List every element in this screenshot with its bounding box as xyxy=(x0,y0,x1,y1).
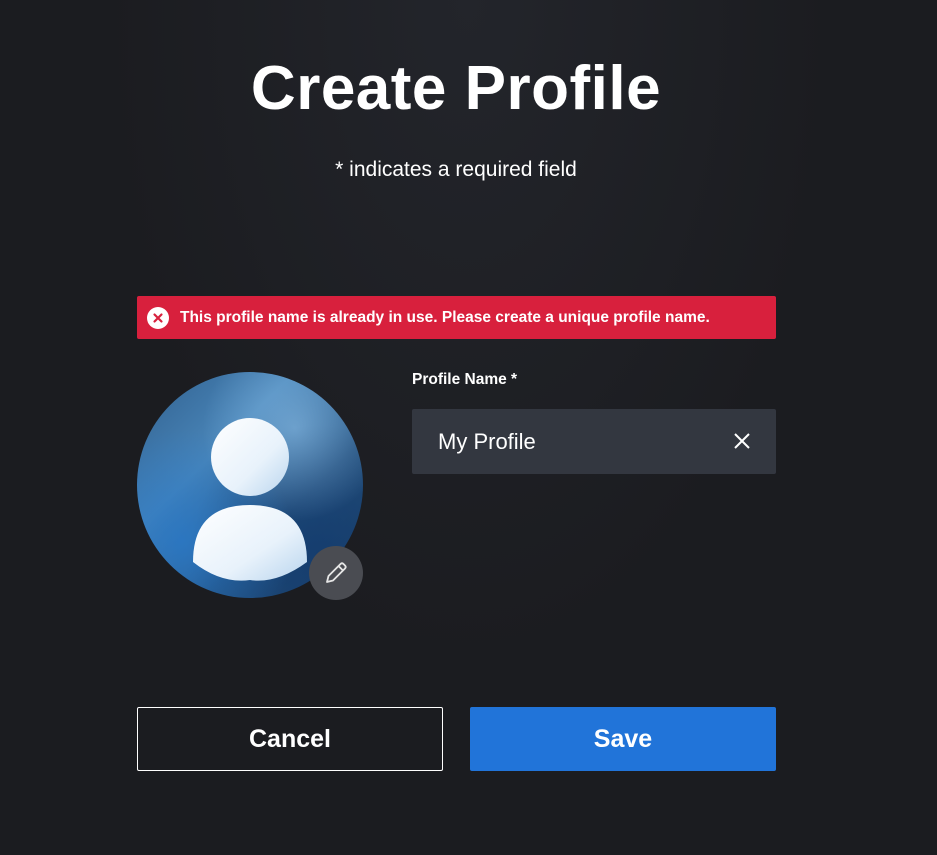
pencil-icon xyxy=(326,562,347,583)
create-profile-page: Create Profile * indicates a required fi… xyxy=(0,0,937,855)
profile-name-field-container xyxy=(412,409,776,474)
edit-avatar-button[interactable] xyxy=(309,546,363,600)
profile-name-label: Profile Name * xyxy=(412,371,518,388)
close-icon xyxy=(734,433,750,449)
cancel-button[interactable]: Cancel xyxy=(137,707,443,771)
profile-avatar-container xyxy=(137,372,363,600)
profile-name-input[interactable] xyxy=(412,409,718,474)
error-message: This profile name is already in use. Ple… xyxy=(180,308,710,326)
save-button[interactable]: Save xyxy=(470,707,776,771)
error-x-icon xyxy=(147,306,169,329)
page-title: Create Profile xyxy=(250,54,662,123)
required-field-note: * indicates a required field xyxy=(335,158,577,181)
clear-input-button[interactable] xyxy=(730,429,754,453)
error-banner: This profile name is already in use. Ple… xyxy=(137,296,776,339)
